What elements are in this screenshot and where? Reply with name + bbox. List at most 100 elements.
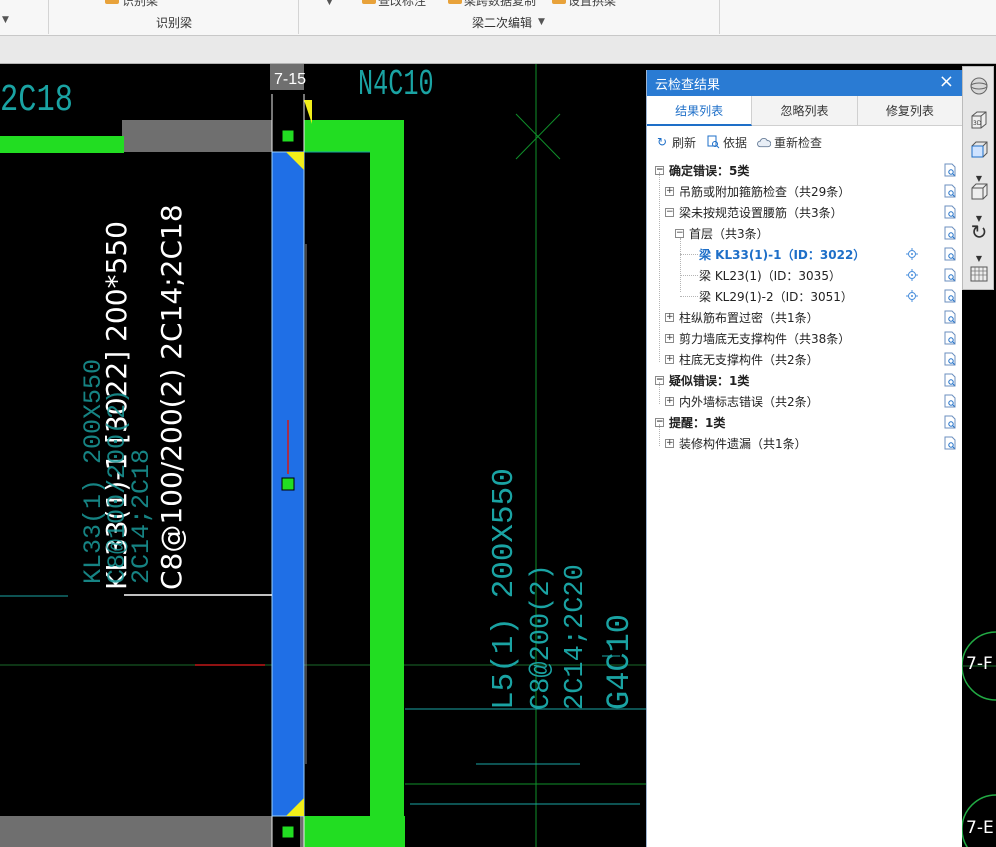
tree-label: 首层（共3条） [689,227,769,241]
view-basis-icon[interactable] [944,436,956,450]
tree-group-row[interactable]: + 装修构件遗漏（共1条） [647,433,962,454]
tree-item-row[interactable]: 梁 KL23(1)（ID：3035） [647,265,962,286]
view-basis-icon[interactable] [944,268,956,282]
recheck-button[interactable]: 重新检查 [757,134,822,151]
grid-axis-label-7-15: 7-15 [274,71,306,88]
rebar-text-2c18[interactable]: 2C18 [0,79,73,122]
expand-toggle[interactable]: + [665,397,674,406]
tab-result-list[interactable]: 结果列表 [647,96,753,126]
view-cube-icon[interactable] [966,179,992,205]
expand-toggle[interactable]: + [665,439,674,448]
tree-group-row[interactable]: + 吊筋或附加箍筋检查（共29条） [647,181,962,202]
tree-group-row[interactable]: + 内外墙标志错误（共2条） [647,391,962,412]
drawing-canvas[interactable]: 2C18 N4C10 7-15 KL33(1)-1 [3022] 200*550… [0,64,646,847]
refresh-button[interactable]: ↻ 刷新 [655,134,696,151]
tree-item-row[interactable]: 梁 KL29(1)-2（ID：3051） [647,286,962,307]
view-3d-icon[interactable]: 3D [966,107,992,133]
tree-label: 梁未按规范设置腰筋（共3条） [679,206,843,220]
ribbon-cut-label-1[interactable]: 识别梁 [122,0,158,9]
ribbon-group-label-beam-recognition: 识别梁 [156,16,193,30]
view-basis-icon[interactable] [944,184,956,198]
tree-group-row[interactable]: − 梁未按规范设置腰筋（共3条） [647,202,962,223]
basis-button[interactable]: 依据 [706,134,747,151]
tree-label: 柱底无支撑构件（共2条） [679,353,819,367]
ribbon-tool-icon[interactable] [105,0,119,4]
view-basis-icon[interactable] [944,289,956,303]
expand-toggle[interactable]: + [665,334,674,343]
rebar-text-n4c10[interactable]: N4C10 [358,65,434,106]
grip-point[interactable] [281,477,295,491]
tree-category-row[interactable]: − 提醒：1类 [647,412,962,433]
tree-label: 梁 KL33(1)-1（ID：3022） [699,248,866,262]
ribbon-dropdown-arrow[interactable]: ▼ [2,15,9,25]
ghost-label-right-line3[interactable]: 2C14;2C20 [561,564,591,710]
view-basis-icon[interactable] [944,373,956,387]
grid-axis-label-7-f: 7-F [966,654,993,674]
view-basis-icon[interactable] [944,226,956,240]
document-search-icon [706,135,720,149]
ribbon-group-dropdown-arrow[interactable]: ▼ [538,17,545,27]
tree-group-row[interactable]: + 剪力墙底无支撑构件（共38条） [647,328,962,349]
view-basis-icon[interactable] [944,331,956,345]
expand-toggle[interactable]: + [665,187,674,196]
tab-ignore-list[interactable]: 忽略列表 [752,96,858,125]
view-basis-icon[interactable] [944,415,956,429]
locate-icon[interactable] [906,269,918,281]
tree-group-row[interactable]: − 首层（共3条） [647,223,962,244]
grip-point[interactable] [281,825,295,839]
ghost-label-right-line2[interactable]: C8@200(2) [527,564,557,710]
ribbon-tool-icon[interactable] [552,0,566,4]
view-basis-icon[interactable] [944,247,956,261]
ribbon-cut-label-3[interactable]: 梁跨数据复制 [464,0,536,9]
ribbon-dropdown-arrow[interactable]: ▼ [326,0,333,7]
view-basis-icon[interactable] [944,394,956,408]
green-beam-right[interactable] [370,152,404,847]
view-basis-icon[interactable] [944,163,956,177]
panel-title-bar[interactable]: 云检查结果 × [647,70,962,96]
ribbon-tool-icon[interactable] [362,0,376,4]
locate-icon[interactable] [906,290,918,302]
collapse-toggle[interactable]: − [665,208,674,217]
tree-group-row[interactable]: + 柱纵筋布置过密（共1条） [647,307,962,328]
ghost-label-right-line4[interactable]: G4C10 [601,614,638,710]
green-beam-bottom[interactable] [304,816,405,847]
view-basis-icon[interactable] [944,205,956,219]
refresh-icon: ↻ [656,135,668,149]
ribbon-tool-icon[interactable] [448,0,462,4]
ghost-label-right-line1[interactable]: L5(1) 200X550 [487,468,522,710]
tree-category-row[interactable]: − 疑似错误：1类 [647,370,962,391]
green-beam-top-right[interactable] [304,120,404,152]
ribbon-group-label-beam-edit: 梁二次编辑 [472,16,533,30]
panel-actions: ↻ 刷新 依据 重新检查 [647,126,962,158]
tree-category-row[interactable]: − 确定错误：5类 [647,160,962,181]
tree-label: 确定错误：5类 [669,164,750,178]
view-basis-icon[interactable] [944,310,956,324]
gray-beam-bottom-left[interactable] [0,816,272,847]
tree-label: 柱纵筋布置过密（共1条） [679,311,819,325]
view-cube-front-icon[interactable] [966,137,992,163]
ribbon-cut-label-2[interactable]: 查改标注 [378,0,426,9]
close-icon[interactable]: × [939,73,954,91]
tree-item-row[interactable]: 梁 KL33(1)-1（ID：3022） [647,244,962,265]
tree-group-row[interactable]: + 柱底无支撑构件（共2条） [647,349,962,370]
globe-icon[interactable] [966,73,992,99]
collapse-toggle[interactable]: − [675,229,684,238]
view-basis-icon[interactable] [944,352,956,366]
layer-grid-icon[interactable] [966,261,992,287]
ribbon-cut-label-4[interactable]: 设置拱梁 [568,0,616,9]
tree-connector [680,275,698,276]
app-window: 识别梁 ▼ 识别梁 ▼ 查改标注 梁跨数据复制 设置拱梁 梁二次编辑 ▼ 2C1… [0,0,996,847]
tree-label: 剪力墙底无支撑构件（共38条） [679,332,851,346]
basis-label: 依据 [723,135,748,150]
expand-toggle[interactable]: + [665,355,674,364]
green-beam-top-left[interactable] [0,136,124,153]
beam-label-line2[interactable]: C8@100/200(2) 2C14;2C18 [155,204,188,590]
cad-drawing[interactable]: 2C18 N4C10 7-15 KL33(1)-1 [3022] 200*550… [0,64,646,847]
tree-label: 吊筋或附加箍筋检查（共29条） [679,185,851,199]
gray-beam-top[interactable] [122,120,272,152]
tab-repair-list[interactable]: 修复列表 [858,96,962,125]
locate-icon[interactable] [906,248,918,260]
expand-toggle[interactable]: + [665,313,674,322]
rotate-icon[interactable]: ↻ [966,219,992,245]
grip-point[interactable] [281,129,295,143]
